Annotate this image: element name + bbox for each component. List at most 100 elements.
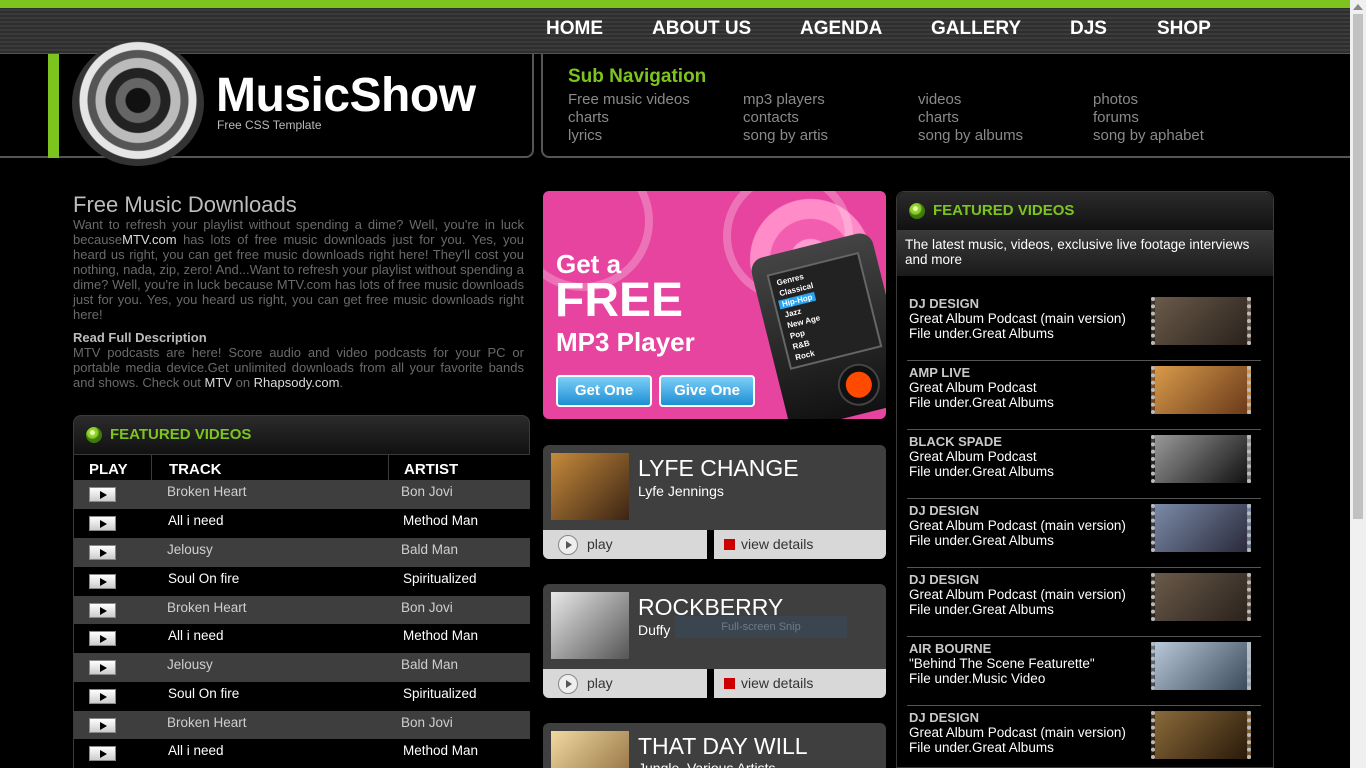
play-label[interactable]: play	[587, 536, 613, 552]
video-item[interactable]: DJ DESIGN Great Album Podcast (main vers…	[907, 706, 1261, 768]
video-thumbnail[interactable]	[1151, 573, 1251, 621]
play-button-icon[interactable]	[89, 516, 116, 531]
table-row: Broken Heart Bon Jovi	[74, 711, 530, 740]
artist-name[interactable]: Spiritualized	[403, 571, 477, 586]
video-title[interactable]: Great Album Podcast (main version)	[909, 587, 1126, 602]
subnav-link[interactable]: song by albums	[918, 127, 1023, 144]
track-name[interactable]: Broken Heart	[167, 600, 247, 615]
artist-name[interactable]: Spiritualized	[403, 686, 477, 701]
nav-djs[interactable]: DJS	[1070, 18, 1107, 40]
artist-name[interactable]: Method Man	[403, 743, 478, 758]
nav-gallery[interactable]: GALLERY	[931, 18, 1021, 40]
album-play-button[interactable]: play	[543, 530, 707, 559]
play-button-icon[interactable]	[89, 689, 116, 704]
play-button-icon[interactable]	[89, 746, 116, 761]
track-name[interactable]: All i need	[168, 743, 224, 758]
video-item[interactable]: DJ DESIGN Great Album Podcast (main vers…	[907, 499, 1261, 568]
play-button-icon[interactable]	[89, 545, 116, 560]
free-mp3-promo-banner[interactable]: Get a FREE MP3 Player Get One Give One G…	[543, 191, 886, 419]
mtv-link[interactable]: MTV.com	[122, 232, 176, 247]
track-name[interactable]: Jelousy	[167, 657, 213, 672]
site-title[interactable]: MusicShow	[216, 68, 476, 123]
nav-agenda[interactable]: AGENDA	[800, 18, 882, 40]
subnav-link[interactable]: videos	[918, 91, 961, 108]
artist-name[interactable]: Bald Man	[401, 657, 458, 672]
get-one-button[interactable]: Get One	[556, 375, 652, 407]
view-details-label[interactable]: view details	[741, 536, 813, 552]
album-view-details-button[interactable]: view details	[714, 530, 886, 559]
subnav-link[interactable]: charts	[918, 109, 959, 126]
promo-line-2: FREE	[555, 274, 684, 327]
subnav-link[interactable]: mp3 players	[743, 91, 825, 108]
play-button-icon[interactable]	[89, 660, 116, 675]
scroll-thumb[interactable]	[1353, 14, 1363, 519]
subnav-link[interactable]: contacts	[743, 109, 799, 126]
video-title[interactable]: Great Album Podcast	[909, 449, 1037, 464]
header-play: PLAY	[89, 461, 128, 478]
track-name[interactable]: All i need	[168, 513, 224, 528]
table-row: All i need Method Man	[74, 624, 530, 653]
artist-name[interactable]: Bon Jovi	[401, 600, 453, 615]
play-label[interactable]: play	[587, 675, 613, 691]
subnav-link[interactable]: forums	[1093, 109, 1139, 126]
artist-name[interactable]: Method Man	[403, 628, 478, 643]
nav-home[interactable]: HOME	[546, 18, 603, 40]
album-play-button[interactable]: play	[543, 669, 707, 698]
video-item[interactable]: DJ DESIGN Great Album Podcast (main vers…	[907, 568, 1261, 637]
track-name[interactable]: All i need	[168, 628, 224, 643]
play-button-icon[interactable]	[89, 718, 116, 733]
scroll-up-arrow-icon[interactable]	[1353, 4, 1363, 10]
video-title[interactable]: Great Album Podcast (main version)	[909, 311, 1126, 326]
video-title[interactable]: Great Album Podcast (main version)	[909, 518, 1126, 533]
video-thumbnail[interactable]	[1151, 642, 1251, 690]
video-title[interactable]: Great Album Podcast (main version)	[909, 725, 1126, 740]
video-item[interactable]: DJ DESIGN Great Album Podcast (main vers…	[907, 292, 1261, 361]
subnav-link[interactable]: lyrics	[568, 127, 602, 144]
play-button-icon[interactable]	[89, 487, 116, 502]
play-button-icon[interactable]	[89, 574, 116, 589]
video-category: File under.Great Albums	[909, 395, 1054, 410]
album-cover[interactable]	[551, 453, 629, 520]
featured-videos-right-title: FEATURED VIDEOS	[933, 202, 1075, 219]
video-item[interactable]: AIR BOURNE "Behind The Scene Featurette"…	[907, 637, 1261, 706]
subnav-link[interactable]: Free music videos	[568, 91, 690, 108]
video-item[interactable]: BLACK SPADE Great Album Podcast File und…	[907, 430, 1261, 499]
video-item[interactable]: AMP LIVE Great Album Podcast File under.…	[907, 361, 1261, 430]
view-details-label[interactable]: view details	[741, 675, 813, 691]
read-full-description-link[interactable]: Read Full Description	[73, 330, 207, 345]
album-title[interactable]: LYFE CHANGE	[638, 455, 799, 482]
play-button-icon[interactable]	[89, 631, 116, 646]
rhapsody-link[interactable]: Rhapsody.com	[254, 375, 340, 390]
album-cover[interactable]	[551, 731, 629, 768]
album-cover[interactable]	[551, 592, 629, 659]
artist-name[interactable]: Bon Jovi	[401, 715, 453, 730]
track-name[interactable]: Soul On fire	[168, 571, 239, 586]
album-title[interactable]: THAT DAY WILL	[638, 733, 808, 760]
artist-name[interactable]: Bald Man	[401, 542, 458, 557]
video-thumbnail[interactable]	[1151, 297, 1251, 345]
subnav-link[interactable]: photos	[1093, 91, 1138, 108]
track-name[interactable]: Broken Heart	[167, 715, 247, 730]
video-thumbnail[interactable]	[1151, 435, 1251, 483]
nav-about-us[interactable]: ABOUT US	[652, 18, 751, 40]
video-thumbnail[interactable]	[1151, 711, 1251, 759]
track-name[interactable]: Jelousy	[167, 542, 213, 557]
nav-shop[interactable]: SHOP	[1157, 18, 1211, 40]
artist-name[interactable]: Method Man	[403, 513, 478, 528]
subnav-link[interactable]: charts	[568, 109, 609, 126]
give-one-button[interactable]: Give One	[659, 375, 755, 407]
play-button-icon[interactable]	[89, 603, 116, 618]
album-view-details-button[interactable]: view details	[714, 669, 886, 698]
track-name[interactable]: Soul On fire	[168, 686, 239, 701]
video-title[interactable]: "Behind The Scene Featurette"	[909, 656, 1095, 671]
mtv-link[interactable]: MTV	[205, 375, 232, 390]
video-title[interactable]: Great Album Podcast	[909, 380, 1037, 395]
video-thumbnail[interactable]	[1151, 504, 1251, 552]
subnav-link[interactable]: song by aphabet	[1093, 127, 1204, 144]
subnav-link[interactable]: song by artis	[743, 127, 828, 144]
album-card: THAT DAY WILL Jungle, Various Artists	[543, 723, 886, 768]
page-scrollbar[interactable]	[1350, 0, 1366, 768]
track-name[interactable]: Broken Heart	[167, 484, 247, 499]
video-thumbnail[interactable]	[1151, 366, 1251, 414]
artist-name[interactable]: Bon Jovi	[401, 484, 453, 499]
